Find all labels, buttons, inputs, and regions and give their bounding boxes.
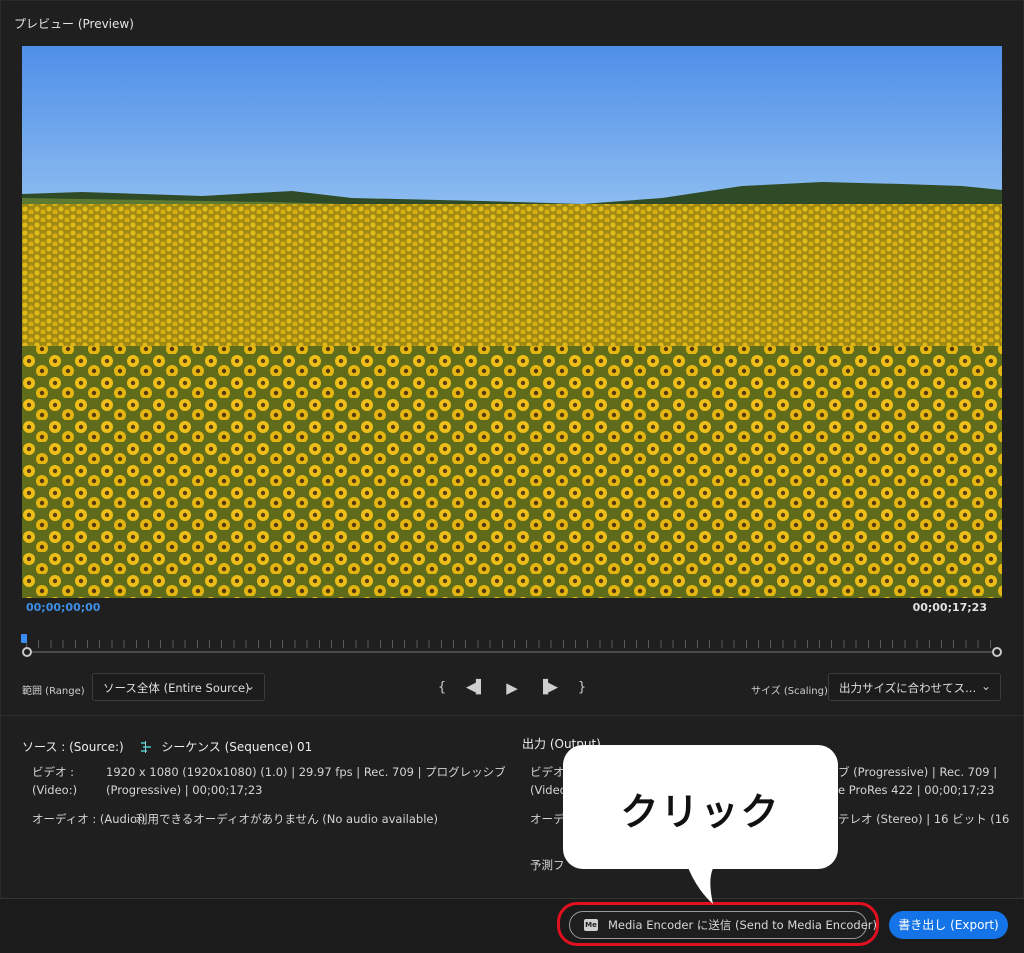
highlight-annotation — [557, 902, 879, 946]
sunflower-field-image — [22, 46, 1002, 598]
timeline-track — [26, 651, 998, 653]
source-video-label-en: (Video:) — [32, 783, 78, 797]
timecode-start: 00;00;00;00 — [26, 601, 101, 614]
step-back-icon[interactable]: ◀▌ — [466, 676, 486, 700]
click-callout: クリック — [563, 745, 838, 869]
scaling-dropdown[interactable]: 出力サイズに合わせてス... ⌄ — [828, 673, 1001, 701]
scaling-label: サイズ (Scaling) — [751, 686, 828, 697]
source-audio-label: オーディオ : (Audio:) — [32, 812, 146, 826]
source-video-line2: (Progressive) | 00;00;17;23 — [106, 783, 263, 797]
chevron-down-icon: ⌄ — [244, 679, 255, 693]
set-out-point-icon[interactable]: } — [572, 676, 592, 700]
playhead-handle[interactable] — [21, 634, 27, 643]
sequence-name: シーケンス (Sequence) 01 — [161, 740, 313, 754]
source-heading: ソース : (Source:) — [22, 740, 124, 754]
section-divider — [0, 715, 1024, 716]
source-section: ソース : (Source:) シーケンス (Sequence) 01 — [22, 738, 312, 755]
step-forward-icon[interactable]: ▐▶ — [538, 676, 558, 700]
output-video-line1: ブ (Progressive) | Rec. 709 | — [838, 765, 998, 779]
range-dropdown[interactable]: ソース全体 (Entire Source) ⌄ — [92, 673, 265, 701]
scaling-dropdown-value: 出力サイズに合わせてス... — [839, 681, 977, 695]
play-icon[interactable]: ▶ — [502, 676, 522, 700]
chevron-down-icon: ⌄ — [980, 679, 991, 693]
source-audio-value: 利用できるオーディオがありません (No audio available) — [136, 812, 438, 826]
source-video-label: ビデオ : — [32, 765, 75, 779]
out-point-handle[interactable] — [992, 647, 1002, 657]
timeline-ticks — [26, 640, 998, 648]
range-dropdown-value: ソース全体 (Entire Source) — [103, 681, 250, 695]
sequence-icon — [140, 741, 151, 753]
callout-text: クリック — [620, 790, 781, 834]
range-label: 範囲 (Range) — [22, 686, 85, 697]
transport-controls: { ◀▌ ▶ ▐▶ } — [432, 676, 592, 700]
output-video-line2: e ProRes 422 | 00;00;17;23 — [838, 783, 995, 797]
video-preview — [22, 46, 1002, 598]
preview-title: プレビュー (Preview) — [14, 17, 134, 31]
set-in-point-icon[interactable]: { — [432, 676, 452, 700]
timecode-end: 00;00;17;23 — [912, 601, 987, 614]
in-point-handle[interactable] — [22, 647, 32, 657]
source-video-line1: 1920 x 1080 (1920x1080) (1.0) | 29.97 fp… — [106, 765, 506, 779]
output-audio-value: テレオ (Stereo) | 16 ビット (16 — [838, 812, 1010, 826]
timeline-scrubber[interactable] — [21, 630, 1002, 658]
output-estimate-label: 予測フ — [530, 858, 565, 872]
export-button[interactable]: 書き出し (Export) — [889, 911, 1008, 939]
